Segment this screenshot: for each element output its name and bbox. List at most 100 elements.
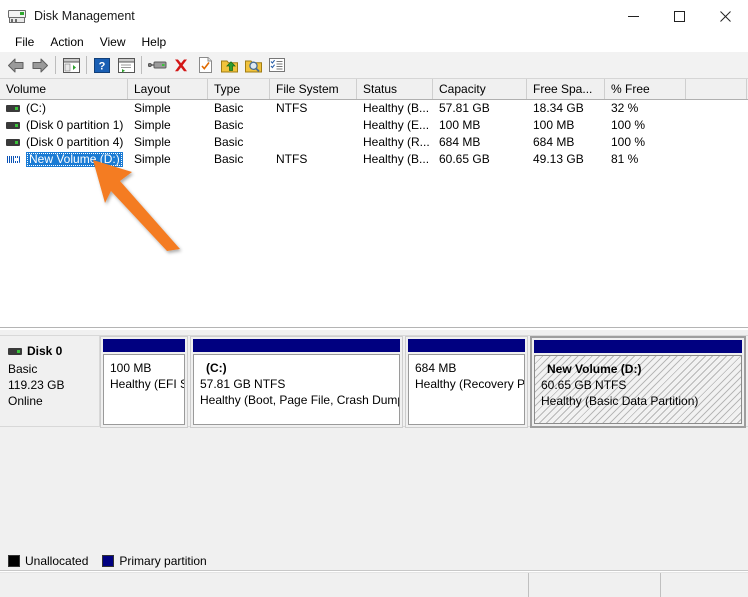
volume-icon	[6, 137, 20, 148]
partition-color-bar	[534, 340, 742, 353]
extend-volume-icon[interactable]	[217, 54, 241, 77]
column-header-blank[interactable]	[686, 79, 747, 99]
forward-icon[interactable]	[28, 54, 52, 77]
delete-volume-icon[interactable]	[169, 54, 193, 77]
cell-volume[interactable]: New Volume (D:)	[0, 151, 128, 168]
properties-icon[interactable]	[193, 54, 217, 77]
back-icon[interactable]	[4, 54, 28, 77]
cell-status: Healthy (R...	[363, 135, 430, 149]
partition-block[interactable]: 100 MB Healthy (EFI S	[100, 336, 188, 428]
partition-size: 60.65 GB NTFS	[541, 378, 627, 392]
toolbar-separator	[141, 56, 142, 74]
partition-size: 57.81 GB NTFS	[200, 377, 286, 391]
disk-status: Online	[8, 394, 43, 408]
cell-layout: Simple	[134, 101, 171, 115]
column-header-layout[interactable]: Layout	[128, 79, 208, 99]
column-header--free[interactable]: % Free	[605, 79, 686, 99]
table-row[interactable]: (Disk 0 partition 4) Simple Basic Healthy (…	[0, 134, 748, 151]
menu-item-action[interactable]: Action	[43, 33, 92, 52]
cell-capacity: 57.81 GB	[439, 101, 490, 115]
cell-volume[interactable]: (Disk 0 partition 4)	[0, 134, 128, 151]
volume-label: (Disk 0 partition 4)	[26, 135, 124, 149]
partition-color-bar	[193, 339, 400, 352]
list-view-icon[interactable]	[265, 54, 289, 77]
cell-type: Basic	[214, 152, 244, 166]
cell-status: Healthy (B...	[363, 101, 430, 115]
partition-color-bar	[408, 339, 525, 352]
partition-block[interactable]: New Volume (D:) 60.65 GB NTFS Healthy (Bas…	[530, 336, 746, 428]
help-icon[interactable]: ?	[90, 54, 114, 77]
status-pane-3	[661, 573, 748, 597]
cell-free-space: 18.34 GB	[533, 101, 584, 115]
partition-size: 684 MB	[415, 361, 457, 375]
cell-file-system	[270, 117, 357, 134]
partition-details: 100 MB Healthy (EFI S	[103, 354, 185, 425]
cell-free-space: 49.13 GB	[533, 152, 584, 166]
legend-label: Unallocated	[25, 553, 89, 568]
menu-item-view[interactable]: View	[93, 33, 135, 52]
toolbar-separator	[86, 56, 87, 74]
cell-percent-free: 32 %	[611, 101, 639, 115]
toolbar: ?	[0, 52, 748, 79]
cell-capacity: 684 MB	[439, 135, 481, 149]
menu-item-help[interactable]: Help	[135, 33, 176, 52]
cell-file-system	[270, 134, 357, 151]
maximize-icon[interactable]	[656, 0, 702, 32]
menu-item-file[interactable]: File	[8, 33, 43, 52]
minimize-icon[interactable]	[610, 0, 656, 32]
cell-percent-free: 81 %	[611, 152, 639, 166]
partition-block[interactable]: 684 MB Healthy (Recovery Pa	[405, 336, 528, 428]
cell-volume[interactable]: (Disk 0 partition 1)	[0, 117, 128, 134]
cell-file-system: NTFS	[276, 101, 308, 115]
svg-text:?: ?	[99, 60, 106, 72]
partition-status: Healthy (EFI S	[110, 377, 185, 391]
status-bar	[0, 572, 748, 597]
partition-size: 100 MB	[110, 361, 152, 375]
disk-info[interactable]: Disk 0 Basic 119.23 GB Online	[0, 335, 100, 427]
legend-item: Unallocated	[8, 554, 88, 568]
table-row[interactable]: (C:) Simple Basic NTFS Healthy (B... 57.81 GB…	[0, 100, 748, 117]
cell-capacity: 100 MB	[439, 118, 481, 132]
partition-strip: 100 MB Healthy (EFI S (C:) 57.81 GB NTFS Hea…	[100, 335, 748, 428]
column-header-status[interactable]: Status	[357, 79, 433, 99]
show-hide-action-pane-icon[interactable]	[114, 54, 138, 77]
partition-block[interactable]: (C:) 57.81 GB NTFS Healthy (Boot, Page Fil…	[190, 336, 403, 428]
partition-details: 684 MB Healthy (Recovery Pa	[408, 354, 525, 425]
cell-volume[interactable]: (C:)	[0, 100, 128, 117]
partition-details: New Volume (D:) 60.65 GB NTFS Healthy (Bas…	[534, 355, 742, 424]
menu-bar: File Action View Help	[0, 32, 748, 52]
cell-capacity: 60.65 GB	[439, 152, 490, 166]
toolbar-separator	[55, 56, 56, 74]
legend-swatch	[102, 554, 115, 567]
partition-status: Healthy (Boot, Page File, Crash Dump	[200, 393, 400, 407]
disk-graphical-view: Disk 0 Basic 119.23 GB Online 100 MB Heal…	[0, 329, 748, 551]
partition-status: Healthy (Basic Data Partition)	[541, 394, 699, 408]
status-pane-1	[0, 573, 529, 597]
legend-item: Primary partition	[102, 554, 207, 568]
legend: Unallocated Primary partition	[0, 551, 748, 571]
show-hide-console-tree-icon[interactable]	[59, 54, 83, 77]
table-row[interactable]: New Volume (D:) Simple Basic NTFS Healthy (B…	[0, 151, 748, 168]
column-header-volume[interactable]: Volume	[0, 79, 128, 99]
column-header-type[interactable]: Type	[208, 79, 270, 99]
cell-type: Basic	[214, 135, 244, 149]
column-header-free-spa[interactable]: Free Spa...	[527, 79, 605, 99]
rescan-disks-icon[interactable]	[145, 54, 169, 77]
volume-list: Volume Layout Type File System Status Capacit…	[0, 79, 748, 328]
volume-label: (Disk 0 partition 1)	[26, 118, 124, 132]
explore-volume-icon[interactable]	[241, 54, 265, 77]
close-icon[interactable]	[702, 0, 748, 32]
disk-title: Disk 0	[8, 344, 99, 358]
cell-status: Healthy (E...	[363, 118, 430, 132]
cell-type: Basic	[214, 118, 244, 132]
cell-type: Basic	[214, 101, 244, 115]
volume-list-body: (C:) Simple Basic NTFS Healthy (B... 57.81 GB…	[0, 100, 748, 327]
column-header-capacity[interactable]: Capacity	[433, 79, 527, 99]
column-header-file-system[interactable]: File System	[270, 79, 357, 99]
cell-file-system: NTFS	[276, 152, 308, 166]
table-row[interactable]: (Disk 0 partition 1) Simple Basic Healthy (…	[0, 117, 748, 134]
partition-status: Healthy (Recovery Pa	[415, 377, 525, 391]
volume-icon-selected	[6, 154, 20, 165]
legend-swatch	[8, 554, 20, 567]
cell-layout: Simple	[134, 118, 171, 132]
